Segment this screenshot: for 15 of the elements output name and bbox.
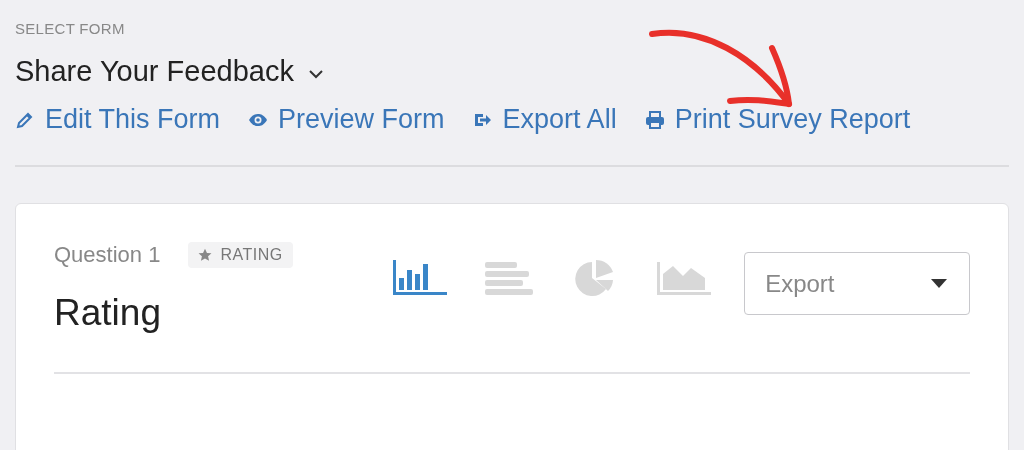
action-link[interactable]: Export All xyxy=(472,104,617,135)
export-dropdown[interactable]: Export xyxy=(744,252,970,315)
chevron-down-icon xyxy=(307,68,324,79)
form-selector[interactable]: Share Your Feedback xyxy=(15,55,324,88)
star-icon xyxy=(198,248,213,262)
select-form-label: SELECT FORM xyxy=(15,20,126,37)
question-title: Rating xyxy=(54,292,162,334)
action-link[interactable]: Edit This Form xyxy=(15,104,221,135)
caret-down-icon xyxy=(931,279,947,288)
action-link[interactable]: Print Survey Report xyxy=(644,104,911,135)
question-type-badge: RATING xyxy=(188,242,293,268)
question-number: Question 1 xyxy=(54,242,161,268)
bar-chart-icon[interactable] xyxy=(393,258,448,296)
printer-icon xyxy=(644,109,665,130)
action-link[interactable]: Preview Form xyxy=(248,104,445,135)
